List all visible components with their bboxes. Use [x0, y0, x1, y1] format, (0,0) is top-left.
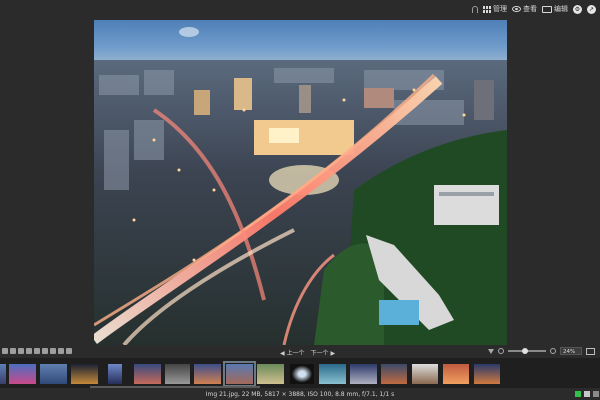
filmstrip-thumb-selected[interactable]	[223, 361, 256, 387]
tool-buttons	[2, 348, 72, 354]
filmstrip[interactable]	[0, 358, 600, 388]
image-navigation: ◀ 上一个 下一个 ▶	[280, 348, 335, 357]
headphones-icon[interactable]	[472, 5, 478, 13]
rotate-right-icon[interactable]	[10, 348, 16, 354]
status-indicator-icon	[575, 391, 581, 397]
filmstrip-thumb[interactable]	[71, 364, 98, 384]
filmstrip-thumb[interactable]	[9, 364, 36, 384]
image-viewer[interactable]	[0, 18, 600, 346]
zoom-level-select[interactable]: 24%	[560, 347, 582, 355]
zoom-out-icon[interactable]	[498, 348, 504, 354]
filmstrip-thumb[interactable]	[290, 364, 314, 384]
layout-icon[interactable]	[584, 391, 590, 397]
grid-icon	[483, 5, 491, 13]
filmstrip-thumb[interactable]	[350, 364, 377, 384]
edit-mode-button[interactable]: 编辑	[542, 4, 568, 14]
main-photo[interactable]	[94, 20, 507, 345]
view-label: 查看	[523, 5, 537, 13]
zoom-slider[interactable]	[508, 348, 546, 354]
manage-mode-button[interactable]: 管理	[483, 4, 507, 14]
city-night-photo	[94, 20, 507, 345]
previous-image-button[interactable]: ◀ 上一个	[280, 348, 305, 357]
filmstrip-thumb[interactable]	[474, 364, 500, 384]
rotate-left-icon[interactable]	[2, 348, 8, 354]
filmstrip-thumb[interactable]	[194, 364, 221, 384]
status-bar: Img 21.jpg, 22 MB, 5817 × 3888, ISO 100,…	[0, 388, 600, 400]
edit-icon	[542, 5, 552, 13]
next-image-button[interactable]: 下一个 ▶	[311, 348, 336, 357]
eye-icon	[512, 6, 521, 12]
manage-label: 管理	[493, 5, 507, 13]
bottom-toolbar: ◀ 上一个 下一个 ▶ 24%	[0, 346, 600, 358]
filmstrip-thumb[interactable]	[108, 364, 122, 384]
filter-icon[interactable]	[488, 348, 494, 354]
more-icon[interactable]	[66, 348, 72, 354]
split-view-icon[interactable]	[586, 347, 595, 355]
filmstrip-thumb[interactable]	[165, 364, 190, 384]
compare-icon[interactable]	[42, 348, 48, 354]
filmstrip-thumb[interactable]	[0, 364, 6, 384]
top-bar-controls: 管理 查看 编辑 ⚙ ↗	[472, 3, 596, 15]
crop-icon[interactable]	[18, 348, 24, 354]
filmstrip-thumb[interactable]	[412, 364, 438, 384]
image-info-text: Img 21.jpg, 22 MB, 5817 × 3888, ISO 100,…	[205, 391, 395, 398]
view-mode-button[interactable]: 查看	[512, 4, 537, 14]
info-icon[interactable]	[58, 348, 64, 354]
zoom-slider-knob[interactable]	[522, 348, 528, 354]
edit-label: 编辑	[554, 5, 568, 13]
filmstrip-thumb[interactable]	[134, 364, 161, 384]
filmstrip-thumb[interactable]	[381, 364, 407, 384]
settings-icon[interactable]: ⚙	[573, 4, 582, 14]
filmstrip-thumb[interactable]	[319, 364, 346, 384]
fullscreen-icon[interactable]	[593, 391, 599, 397]
flag-icon[interactable]	[26, 348, 32, 354]
top-bar: 管理 查看 编辑 ⚙ ↗	[0, 0, 600, 18]
zoom-controls: 24%	[488, 347, 595, 355]
filmstrip-thumb[interactable]	[40, 364, 67, 384]
tag-icon[interactable]	[34, 348, 40, 354]
share-icon[interactable]: ↗	[587, 4, 596, 14]
filmstrip-thumb[interactable]	[257, 364, 284, 384]
delete-icon[interactable]	[50, 348, 56, 354]
filmstrip-thumb[interactable]	[443, 364, 469, 384]
zoom-in-icon[interactable]	[550, 348, 556, 354]
